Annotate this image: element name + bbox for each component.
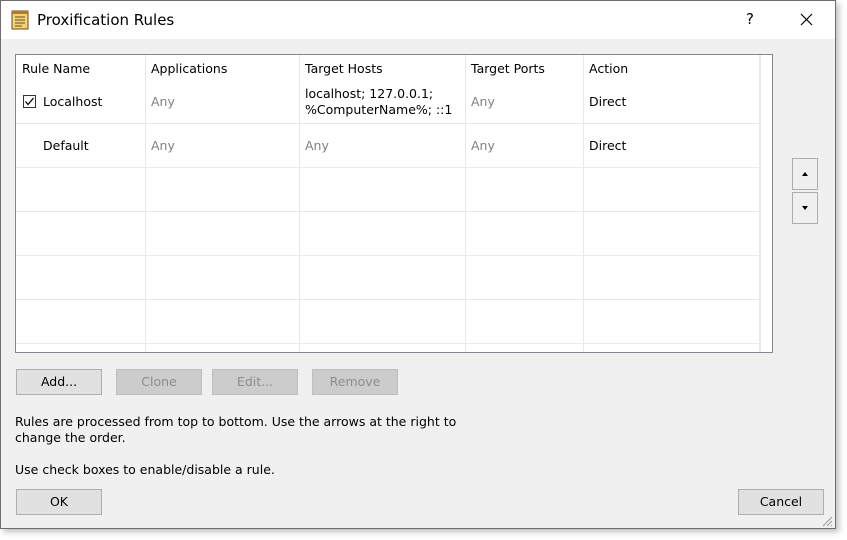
column-header-applications[interactable]: Applications <box>145 55 299 83</box>
rule-enabled-checkbox[interactable] <box>23 95 36 108</box>
remove-button[interactable]: Remove <box>312 369 398 395</box>
column-header-rule-name[interactable]: Rule Name <box>16 55 146 83</box>
column-header-target-hosts[interactable]: Target Hosts <box>299 55 465 83</box>
proxifier-rules-icon <box>11 10 29 30</box>
row-divider <box>16 167 760 168</box>
column-divider <box>145 55 146 352</box>
rule-action: Direct <box>589 138 627 153</box>
arrow-down-icon <box>802 206 808 210</box>
add-button[interactable]: Add... <box>16 369 102 395</box>
help-button[interactable]: ? <box>731 3 769 35</box>
title-bar: Proxification Rules ? <box>1 1 835 39</box>
move-up-button[interactable] <box>792 158 818 190</box>
column-divider <box>299 55 300 352</box>
cancel-button[interactable]: Cancel <box>738 489 824 515</box>
window-title: Proxification Rules <box>37 11 175 29</box>
row-divider <box>16 299 760 300</box>
table-scroll-area <box>760 55 772 352</box>
column-header-target-ports[interactable]: Target Ports <box>465 55 583 83</box>
clone-button[interactable]: Clone <box>116 369 202 395</box>
proxification-rules-dialog: Proxification Rules ? Rule Name Applicat… <box>0 0 836 529</box>
rule-target-hosts: Any <box>305 138 329 153</box>
column-header-action[interactable]: Action <box>583 55 759 83</box>
rule-target-hosts-line1: localhost; 127.0.0.1; <box>305 86 434 101</box>
arrow-up-icon <box>802 172 808 176</box>
rule-applications: Any <box>151 138 175 153</box>
row-divider <box>16 123 760 124</box>
column-divider <box>465 55 466 352</box>
rule-name: Default <box>43 138 89 153</box>
column-divider <box>583 55 584 352</box>
ok-button[interactable]: OK <box>16 489 102 515</box>
rule-target-ports: Any <box>471 94 495 109</box>
rule-target-ports: Any <box>471 138 495 153</box>
close-icon[interactable] <box>787 3 825 35</box>
rules-order-hint: Rules are processed from top to bottom. … <box>15 414 457 445</box>
rule-name: Localhost <box>43 94 103 109</box>
resize-grip-icon[interactable] <box>821 515 833 527</box>
move-down-button[interactable] <box>792 192 818 224</box>
rules-table[interactable]: Rule Name Applications Target Hosts Targ… <box>15 54 773 353</box>
rule-applications: Any <box>151 94 175 109</box>
row-divider <box>16 255 760 256</box>
row-divider <box>16 211 760 212</box>
row-divider <box>16 343 760 344</box>
edit-button[interactable]: Edit... <box>212 369 298 395</box>
checkbox-hint: Use check boxes to enable/disable a rule… <box>15 462 275 477</box>
rule-action: Direct <box>589 94 627 109</box>
rule-target-hosts-line2: %ComputerName%; ::1 <box>305 102 453 117</box>
